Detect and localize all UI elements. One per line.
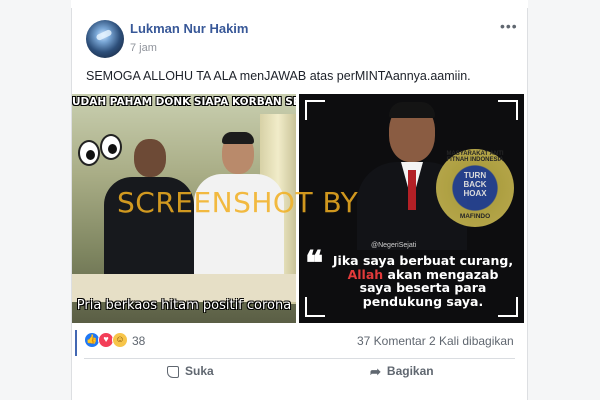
- page-gutter-right: [528, 0, 600, 400]
- haha-reaction-icon[interactable]: ☺: [112, 332, 128, 348]
- quote-line-1: Jika saya berbuat curang,: [332, 253, 514, 268]
- frame-corner: [305, 100, 325, 120]
- thumbs-up-icon: [167, 365, 179, 378]
- divider: [84, 358, 515, 359]
- cartoon-eye-icon: [100, 134, 122, 160]
- avatar[interactable]: [86, 20, 124, 58]
- cartoon-eye-icon: [78, 140, 100, 166]
- reactions-bar: 👍 ♥ ☺ 38 37 Komentar 2 Kali dibagikan: [72, 330, 527, 350]
- reaction-count[interactable]: 38: [132, 334, 145, 348]
- page-gutter-left: [0, 0, 71, 400]
- mafindo-stamp-logo: MASYARAKAT ANTI FITNAH INDONESIA TURN BA…: [436, 149, 514, 227]
- frame-corner: [305, 297, 325, 317]
- post-card: Lukman Nur Hakim 7 jam ••• SEMOGA ALLOHU…: [71, 8, 528, 400]
- screenshot-watermark: SCREENSHOT BY: [117, 186, 359, 219]
- stamp-center-text: TURN BACK HOAX: [463, 171, 487, 198]
- quote-line-2: Allah akan mengazab: [325, 267, 521, 282]
- image-handle: @NegeriSejati: [371, 242, 417, 249]
- frame-corner: [498, 100, 518, 120]
- like-button[interactable]: Suka: [167, 364, 214, 388]
- stamp-bottom-text: MAFINDO: [459, 213, 491, 220]
- quote-mark-icon: ❝: [305, 244, 324, 284]
- post-text: SEMOGA ALLOHU TA ALA menJAWAB atas perMI…: [86, 69, 471, 83]
- comments-count-link[interactable]: 37 Komentar: [357, 334, 426, 348]
- quote-text: Jika saya berbuat curang, Allah akan men…: [325, 254, 521, 308]
- like-button-label: Suka: [185, 364, 214, 378]
- share-button[interactable]: ➦ Bagikan: [370, 364, 434, 388]
- share-button-label: Bagikan: [386, 364, 434, 379]
- quote-line-3: saya beserta para: [359, 280, 487, 295]
- shares-count-link[interactable]: 2 Kali dibagikan: [429, 334, 514, 348]
- share-arrow-icon: ➦: [370, 364, 381, 379]
- stamp-ring-text: MASYARAKAT ANTI FITNAH INDONESIA: [446, 151, 504, 163]
- quote-line-4: pendukung saya.: [362, 293, 484, 309]
- author-name[interactable]: Lukman Nur Hakim: [130, 21, 248, 36]
- meme-caption-bottom: Pria berkaos hitam positif corona: [76, 298, 292, 313]
- more-options-icon[interactable]: •••: [500, 18, 518, 34]
- meme-caption-top: UDAH PAHAM DONK SIAPA KORBAN SELANJUTNYA: [72, 96, 296, 108]
- post-timestamp[interactable]: 7 jam: [130, 42, 157, 54]
